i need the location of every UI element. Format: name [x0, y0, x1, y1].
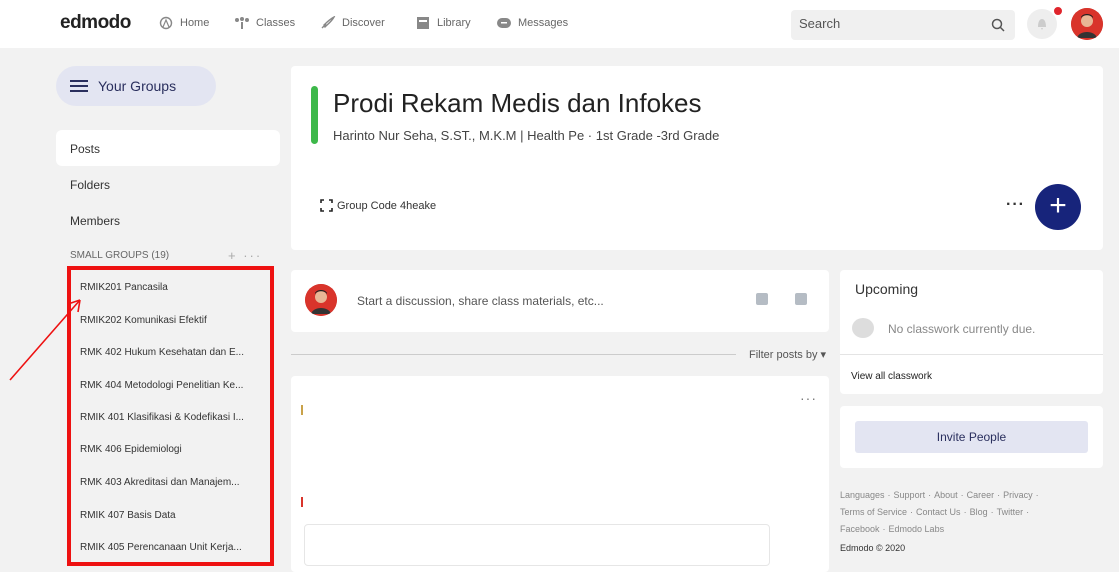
sidebar-item-members[interactable]: Members: [70, 214, 120, 228]
nav-classes[interactable]: Classes: [234, 16, 295, 30]
notification-badge: [1052, 5, 1064, 17]
footer-link[interactable]: Privacy: [1003, 490, 1033, 500]
small-groups-actions[interactable]: + ···: [228, 248, 262, 263]
post-image-fragment: [301, 497, 303, 507]
nav-classes-label: Classes: [256, 17, 296, 29]
composer-avatar: [305, 284, 337, 316]
post-more-icon[interactable]: ···: [800, 390, 817, 406]
nav-library-label: Library: [437, 17, 471, 29]
group-subtitle: Harinto Nur Seha, S.ST., M.K.M | Health …: [333, 128, 720, 143]
post-comment-box[interactable]: [304, 524, 770, 566]
group-color-bar: [311, 86, 318, 144]
annotation-arrow: [9, 299, 81, 381]
small-groups-heading: SMALL GROUPS (19): [70, 250, 170, 261]
footer-links: Languages · Support · About · Career · Privacy · …: [840, 490, 1039, 534]
nav-discover-label: Discover: [342, 17, 385, 29]
chat-icon: [496, 16, 512, 30]
view-all-classwork-link[interactable]: View all classwork: [851, 371, 932, 382]
nav-messages-label: Messages: [518, 17, 569, 29]
footer-link[interactable]: Twitter: [997, 507, 1024, 517]
footer-link[interactable]: Career: [967, 490, 995, 500]
hamburger-menu-icon: [70, 80, 88, 92]
composer-placeholder[interactable]: Start a discussion, share class material…: [357, 294, 604, 308]
footer-link[interactable]: Support: [894, 490, 926, 500]
nav-messages[interactable]: Messages: [496, 16, 568, 30]
sidebar-item-folders[interactable]: Folders: [70, 178, 110, 192]
nav-home-label: Home: [180, 17, 210, 29]
upcoming-empty-text: No classwork currently due.: [888, 322, 1036, 336]
your-groups-button[interactable]: Your Groups: [56, 66, 216, 106]
footer-link[interactable]: Edmodo Labs: [889, 524, 945, 534]
search-icon[interactable]: [991, 18, 1005, 32]
footer-link[interactable]: Contact Us: [916, 507, 961, 517]
image-icon[interactable]: [756, 293, 768, 305]
empty-classwork-icon: [852, 318, 874, 338]
group-title: Prodi Rekam Medis dan Infokes: [333, 88, 702, 118]
user-avatar[interactable]: [1071, 8, 1103, 40]
group-code-label: Group Code 4heake: [337, 199, 437, 212]
filter-posts-dropdown[interactable]: Filter posts by ▾: [749, 348, 826, 361]
copyright: Edmodo © 2020: [840, 543, 906, 553]
nav-discover[interactable]: Discover: [320, 16, 385, 30]
footer-link[interactable]: Facebook: [840, 524, 880, 534]
footer-link[interactable]: About: [934, 490, 958, 500]
footer-link[interactable]: Languages: [840, 490, 885, 500]
library-icon: [415, 16, 431, 30]
home-icon: [158, 16, 174, 30]
rocket-icon: [320, 16, 336, 30]
footer-link[interactable]: Blog: [970, 507, 988, 517]
footer-link[interactable]: Terms of Service: [840, 507, 907, 517]
upcoming-title: Upcoming: [855, 281, 919, 297]
nav-library[interactable]: Library: [415, 16, 471, 30]
feed-divider: [291, 354, 736, 355]
group-more-icon[interactable]: ···: [1006, 196, 1025, 214]
classes-icon: [234, 16, 250, 30]
search-input[interactable]: [799, 16, 969, 31]
sidebar-item-posts[interactable]: Posts: [70, 142, 100, 156]
add-small-group-icon[interactable]: +: [228, 248, 238, 263]
upcoming-divider: [840, 354, 1103, 355]
search-box: [791, 10, 1015, 40]
group-code[interactable]: Group Code 4heake: [320, 199, 436, 212]
nav-home[interactable]: Home: [158, 16, 209, 30]
scan-code-icon: [320, 199, 333, 212]
invite-people-button[interactable]: Invite People: [855, 421, 1088, 453]
more-icon[interactable]: ···: [243, 248, 262, 263]
your-groups-label: Your Groups: [98, 78, 177, 94]
add-button[interactable]: +: [1035, 184, 1081, 230]
edmodo-logo[interactable]: edmodo: [60, 12, 131, 34]
bell-icon: [1038, 19, 1046, 30]
post-image-fragment: [301, 405, 303, 415]
library-attach-icon[interactable]: [795, 293, 807, 305]
